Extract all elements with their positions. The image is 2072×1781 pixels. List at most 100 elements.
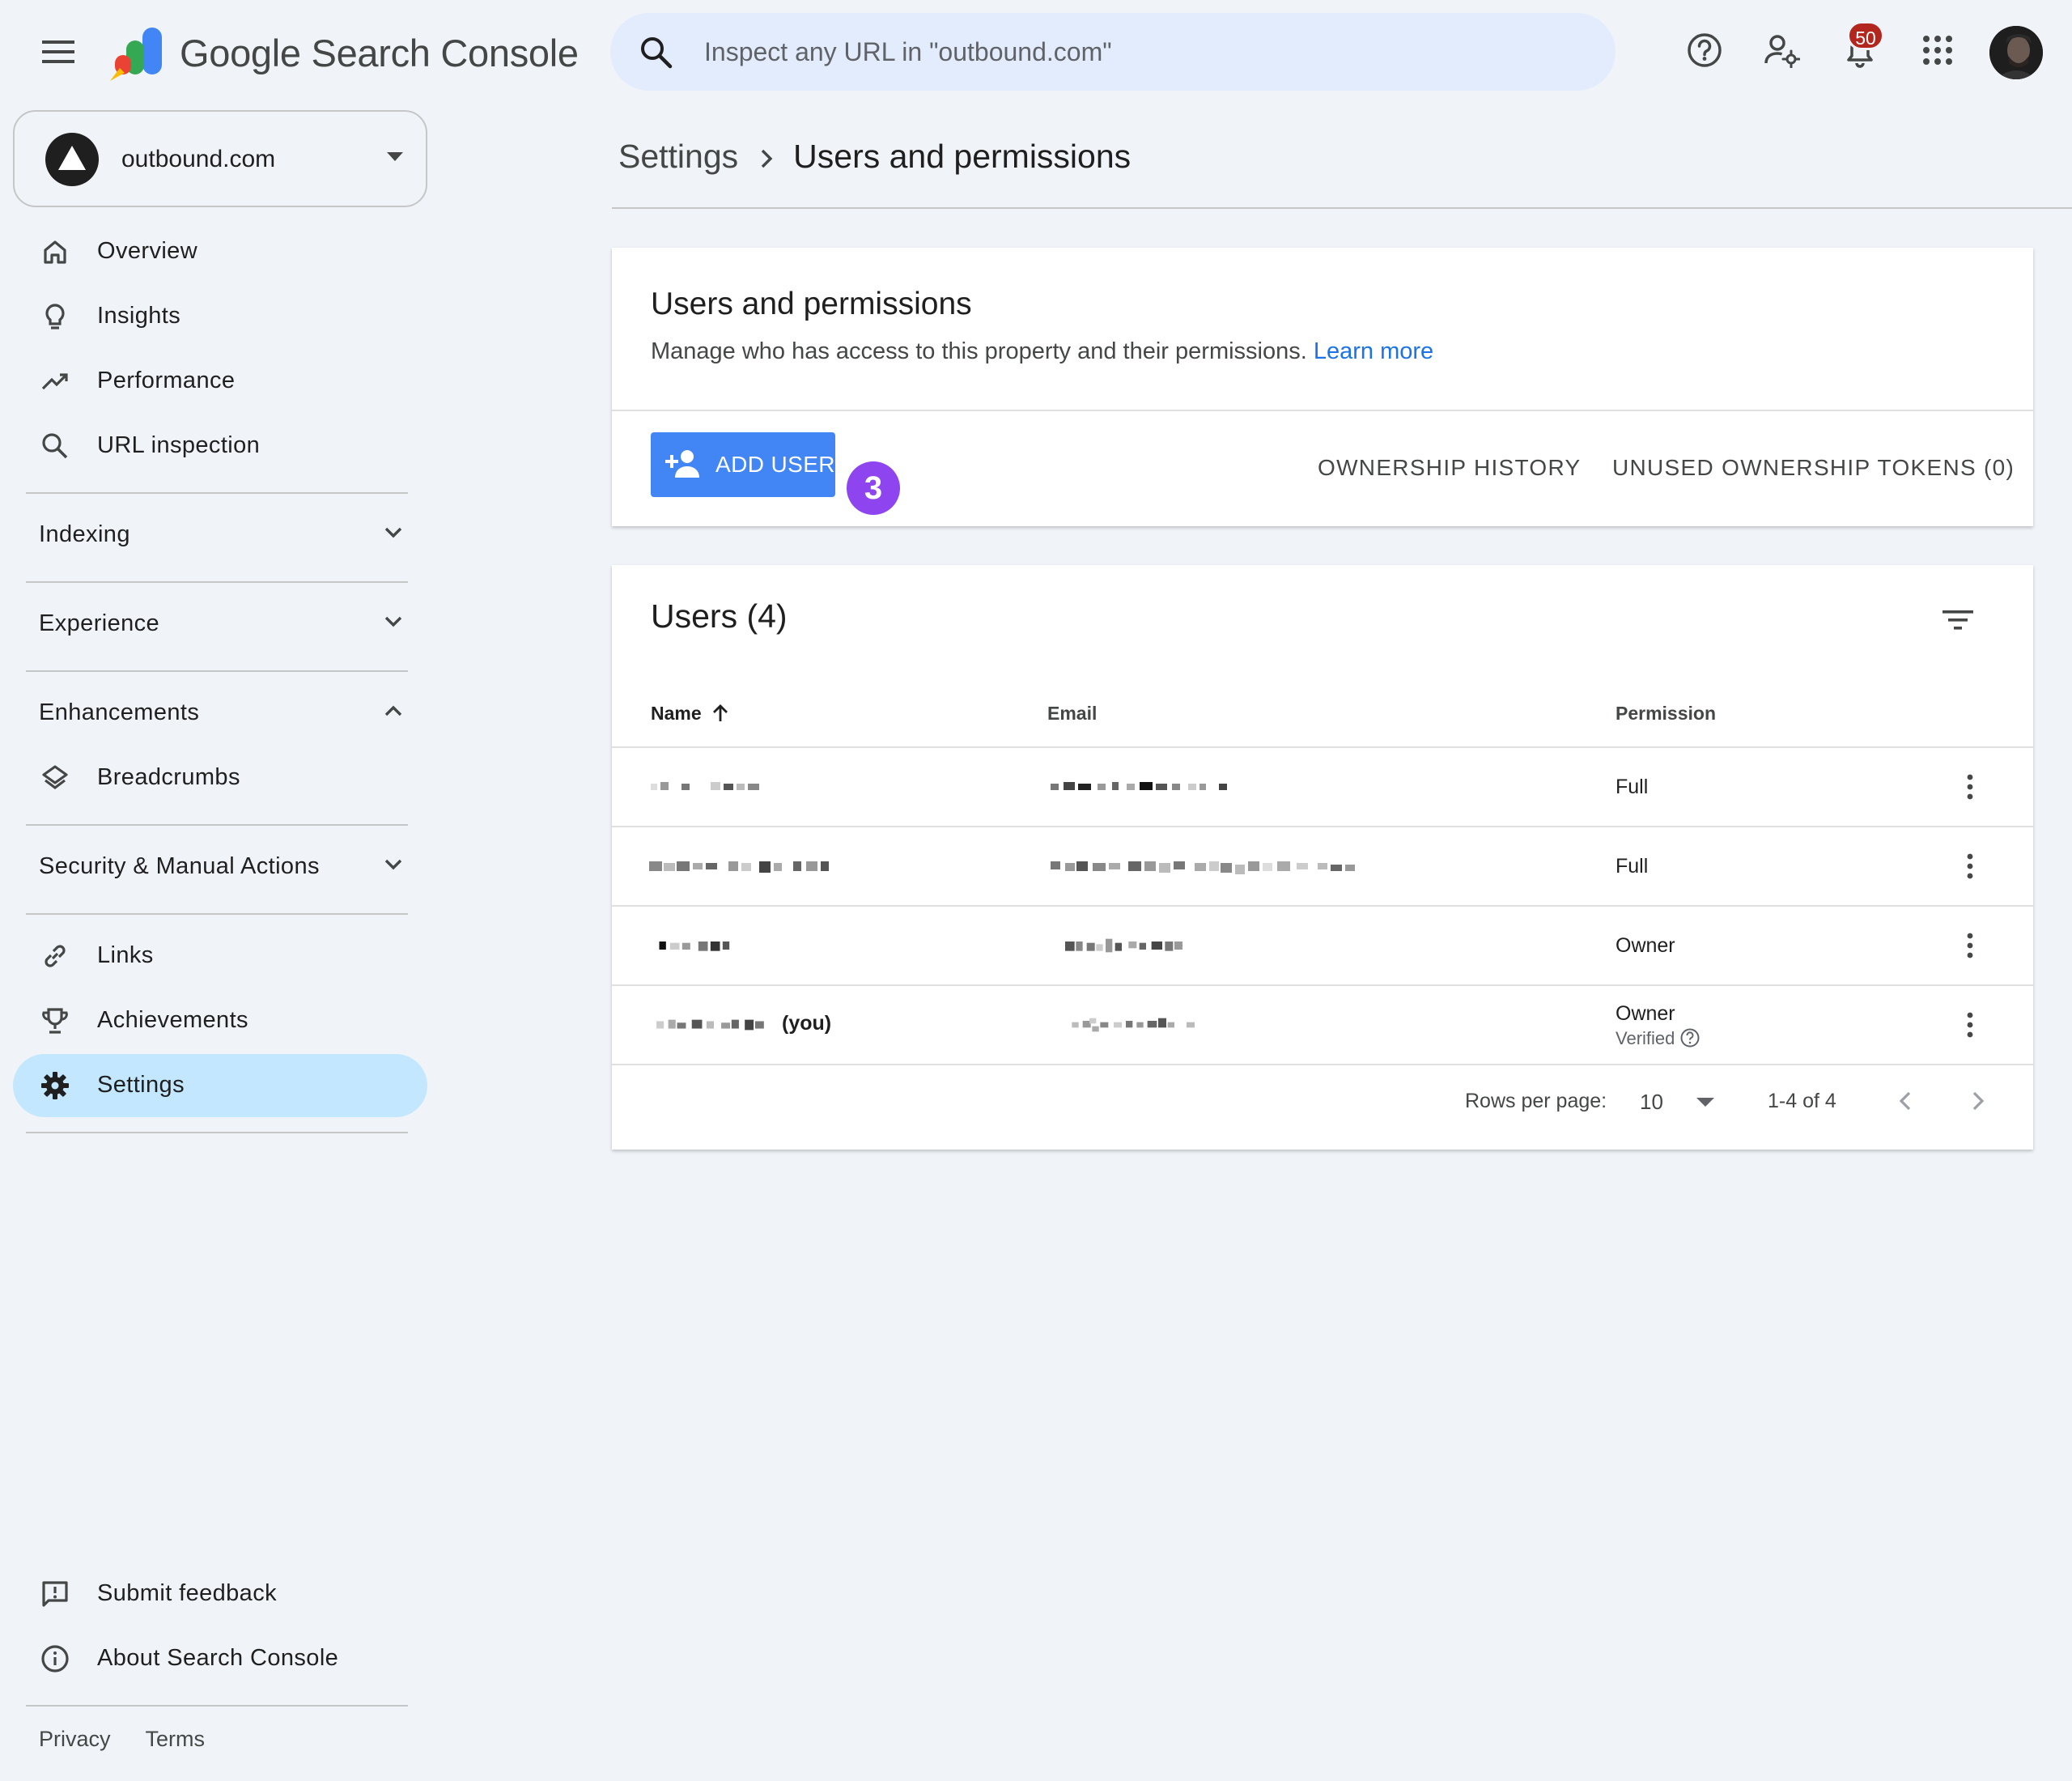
users-title: Users (4) — [651, 597, 788, 635]
permission-value: Owner — [1616, 934, 1675, 957]
chevron-right-icon[interactable] — [1957, 1078, 2002, 1124]
more-vert-icon[interactable] — [1951, 1005, 1989, 1044]
breadcrumb-parent[interactable]: Settings — [618, 138, 738, 175]
add-user-label: ADD USER — [715, 452, 835, 477]
sidebar-item-submit-feedback[interactable]: Submit feedback — [13, 1562, 427, 1626]
verified-label: Verified — [1616, 1028, 1675, 1048]
sidebar-divider — [26, 824, 408, 826]
column-header-permission: Permission — [1616, 703, 1716, 724]
users-card: Users (4) Name Email Permission Full Ful… — [612, 565, 2033, 1150]
url-inspection-search[interactable] — [610, 13, 1616, 91]
unused-tokens-button[interactable]: UNUSED OWNERSHIP TOKENS (0) — [1612, 455, 2015, 481]
sidebar-item-achievements[interactable]: Achievements — [13, 989, 427, 1052]
table-row: (you) Owner Verified — [612, 986, 2033, 1064]
sidebar-item-label: Overview — [97, 238, 198, 264]
caret-down-icon — [387, 152, 403, 162]
column-header-name[interactable]: Name — [651, 703, 729, 725]
apps-grid-icon[interactable] — [1912, 24, 1964, 76]
ownership-history-button[interactable]: OWNERSHIP HISTORY — [1318, 455, 1582, 481]
link-icon — [40, 942, 70, 971]
redacted-name — [651, 782, 759, 790]
chevron-down-icon — [384, 858, 403, 871]
sidebar-item-overview[interactable]: Overview — [13, 220, 427, 283]
permission-value: Full — [1616, 776, 1649, 798]
row-divider — [612, 1064, 2033, 1065]
redacted-name — [659, 942, 730, 951]
add-user-button[interactable]: ADD USER — [651, 432, 835, 497]
caret-down-icon — [1696, 1098, 1714, 1107]
sidebar-section-experience[interactable]: Experience — [13, 593, 414, 656]
more-vert-icon[interactable] — [1951, 767, 1989, 806]
card-description: Manage who has access to this property a… — [651, 338, 1433, 365]
redacted-name — [656, 1019, 764, 1031]
sidebar-item-label: Submit feedback — [97, 1580, 278, 1606]
sidebar-divider — [26, 581, 408, 583]
sidebar-section-indexing[interactable]: Indexing — [13, 504, 414, 567]
verified-status: Verified — [1616, 1028, 1700, 1049]
avatar[interactable] — [1989, 26, 2043, 79]
chevron-up-icon — [384, 704, 403, 717]
property-selector[interactable]: outbound.com — [13, 110, 427, 207]
rows-per-page-label: Rows per page: — [1465, 1090, 1607, 1112]
sidebar-item-breadcrumbs[interactable]: Breadcrumbs — [13, 746, 427, 810]
chevron-left-icon[interactable] — [1886, 1078, 1931, 1124]
main-menu-icon[interactable] — [36, 32, 81, 71]
card-title: Users and permissions — [651, 287, 972, 321]
person-add-icon — [665, 450, 699, 478]
sidebar-item-label: Settings — [97, 1072, 185, 1098]
sidebar-section-security[interactable]: Security & Manual Actions — [13, 835, 414, 899]
more-vert-icon[interactable] — [1951, 847, 1989, 886]
gear-icon — [40, 1071, 70, 1100]
redacted-email — [1065, 938, 1182, 953]
terms-link[interactable]: Terms — [146, 1727, 206, 1751]
trending-up-icon — [40, 367, 70, 396]
sidebar-item-label: Achievements — [97, 1007, 248, 1033]
rows-per-page-value: 10 — [1640, 1090, 1663, 1114]
sidebar-item-label: Breadcrumbs — [97, 764, 240, 790]
you-label: (you) — [782, 1012, 832, 1035]
chevron-down-icon — [384, 526, 403, 539]
filter-icon[interactable] — [1931, 597, 1983, 649]
top-app-bar: Google Search Console Inspect any URL in… — [0, 0, 2072, 105]
help-icon[interactable] — [1679, 24, 1730, 76]
info-icon — [40, 1644, 70, 1673]
property-name: outbound.com — [121, 146, 276, 172]
sidebar-item-label: Insights — [97, 303, 181, 329]
sidebar-item-label: URL inspection — [97, 432, 261, 458]
help-outline-icon[interactable] — [1679, 1027, 1700, 1048]
redacted-email — [1051, 782, 1227, 790]
redacted-email — [1072, 1018, 1195, 1032]
sidebar-item-performance[interactable]: Performance — [13, 350, 427, 413]
rows-per-page-select[interactable]: 10 — [1640, 1083, 1729, 1122]
sidebar-item-settings[interactable]: Settings — [13, 1054, 427, 1117]
layers-icon — [40, 763, 70, 793]
header-divider — [612, 207, 2072, 209]
sidebar-item-url-inspection[interactable]: URL inspection — [13, 414, 427, 478]
search-input[interactable] — [704, 28, 1578, 76]
more-vert-icon[interactable] — [1951, 926, 1989, 965]
learn-more-link[interactable]: Learn more — [1314, 338, 1433, 364]
sidebar-item-about[interactable]: About Search Console — [13, 1627, 427, 1690]
section-label: Security & Manual Actions — [39, 853, 320, 879]
sidebar-item-links[interactable]: Links — [13, 925, 427, 988]
breadcrumb-current: Users and permissions — [793, 138, 1132, 175]
sidebar-divider — [26, 1705, 408, 1707]
property-logo-icon — [45, 133, 99, 186]
redacted-email — [1051, 861, 1355, 874]
sidebar-divider — [26, 492, 408, 494]
description-text: Manage who has access to this property a… — [651, 338, 1307, 364]
sidebar-item-label: Links — [97, 942, 154, 968]
sidebar-divider — [26, 1132, 408, 1133]
sidebar-item-insights[interactable]: Insights — [13, 285, 427, 348]
search-icon — [639, 36, 673, 70]
sidebar-section-enhancements[interactable]: Enhancements — [13, 682, 414, 745]
search-console-logo-icon — [108, 26, 167, 83]
sidebar-footer: Privacy Terms — [39, 1727, 234, 1752]
privacy-link[interactable]: Privacy — [39, 1727, 111, 1751]
table-row: Full — [612, 748, 2033, 826]
chevron-down-icon — [384, 615, 403, 628]
notification-count-badge: 50 — [1847, 21, 1884, 50]
manage-accounts-icon[interactable] — [1756, 24, 1808, 76]
column-name-label: Name — [651, 703, 702, 724]
permissions-card: Users and permissions Manage who has acc… — [612, 248, 2033, 526]
